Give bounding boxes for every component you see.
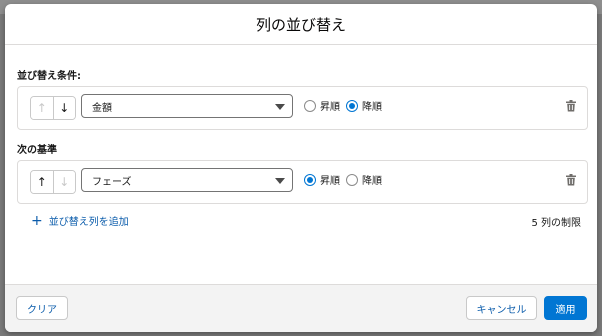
sort-down-button[interactable]: ↓ [52,97,75,119]
plus-icon: + [31,212,43,229]
descending-label: 降順 [362,176,382,187]
radio-ascending[interactable] [304,173,316,186]
modal-body: 並び替え条件: ↑ ↓ 金額 昇順 降順 次の基準 ↑ ↓ フェーズ 昇順 降順… [5,45,597,289]
sort-columns-modal: 列の並び替え 並び替え条件: ↑ ↓ 金額 昇順 降順 次の基準 ↑ ↓ フェー… [5,4,597,332]
apply-button[interactable]: 適用 [544,296,587,320]
chevron-down-icon [275,178,285,184]
column-limit-text: 5 列の制限 [531,218,581,229]
modal-footer: クリア キャンセル 適用 [5,284,597,332]
sort-row-2: ↑ ↓ フェーズ 昇順 降順 [17,160,588,204]
radio-descending[interactable] [346,173,358,186]
trash-icon[interactable] [566,100,576,112]
field-select[interactable]: フェーズ [81,168,293,192]
ascending-label: 昇順 [320,176,340,187]
sort-down-button[interactable]: ↓ [52,171,75,193]
radio-ascending[interactable] [304,99,316,112]
sort-up-button[interactable]: ↑ [31,171,53,193]
add-sort-column-link[interactable]: + 並び替え列を追加 [31,212,129,229]
sort-row-1: ↑ ↓ 金額 昇順 降順 [17,86,588,130]
chevron-down-icon [275,104,285,110]
direction-toggle: ↑ ↓ [30,96,76,120]
add-sort-column-label: 並び替え列を追加 [48,217,129,228]
descending-option[interactable]: 降順 [346,98,382,113]
direction-toggle: ↑ ↓ [30,170,76,194]
modal-title: 列の並び替え [255,15,346,34]
cancel-button[interactable]: キャンセル [466,296,537,320]
then-by-label: 次の基準 [17,145,57,156]
field-select-value: 金額 [92,102,112,114]
ascending-option[interactable]: 昇順 [304,98,340,113]
radio-descending[interactable] [346,99,358,112]
clear-button[interactable]: クリア [16,296,68,320]
trash-icon[interactable] [566,174,576,186]
sort-by-label: 並び替え条件: [17,71,81,82]
sort-up-button[interactable]: ↑ [31,97,53,119]
field-select-value: フェーズ [92,176,132,188]
descending-label: 降順 [362,102,382,113]
field-select[interactable]: 金額 [81,94,293,118]
modal-header: 列の並び替え [5,4,597,45]
ascending-option[interactable]: 昇順 [304,172,340,187]
descending-option[interactable]: 降順 [346,172,382,187]
ascending-label: 昇順 [320,102,340,113]
